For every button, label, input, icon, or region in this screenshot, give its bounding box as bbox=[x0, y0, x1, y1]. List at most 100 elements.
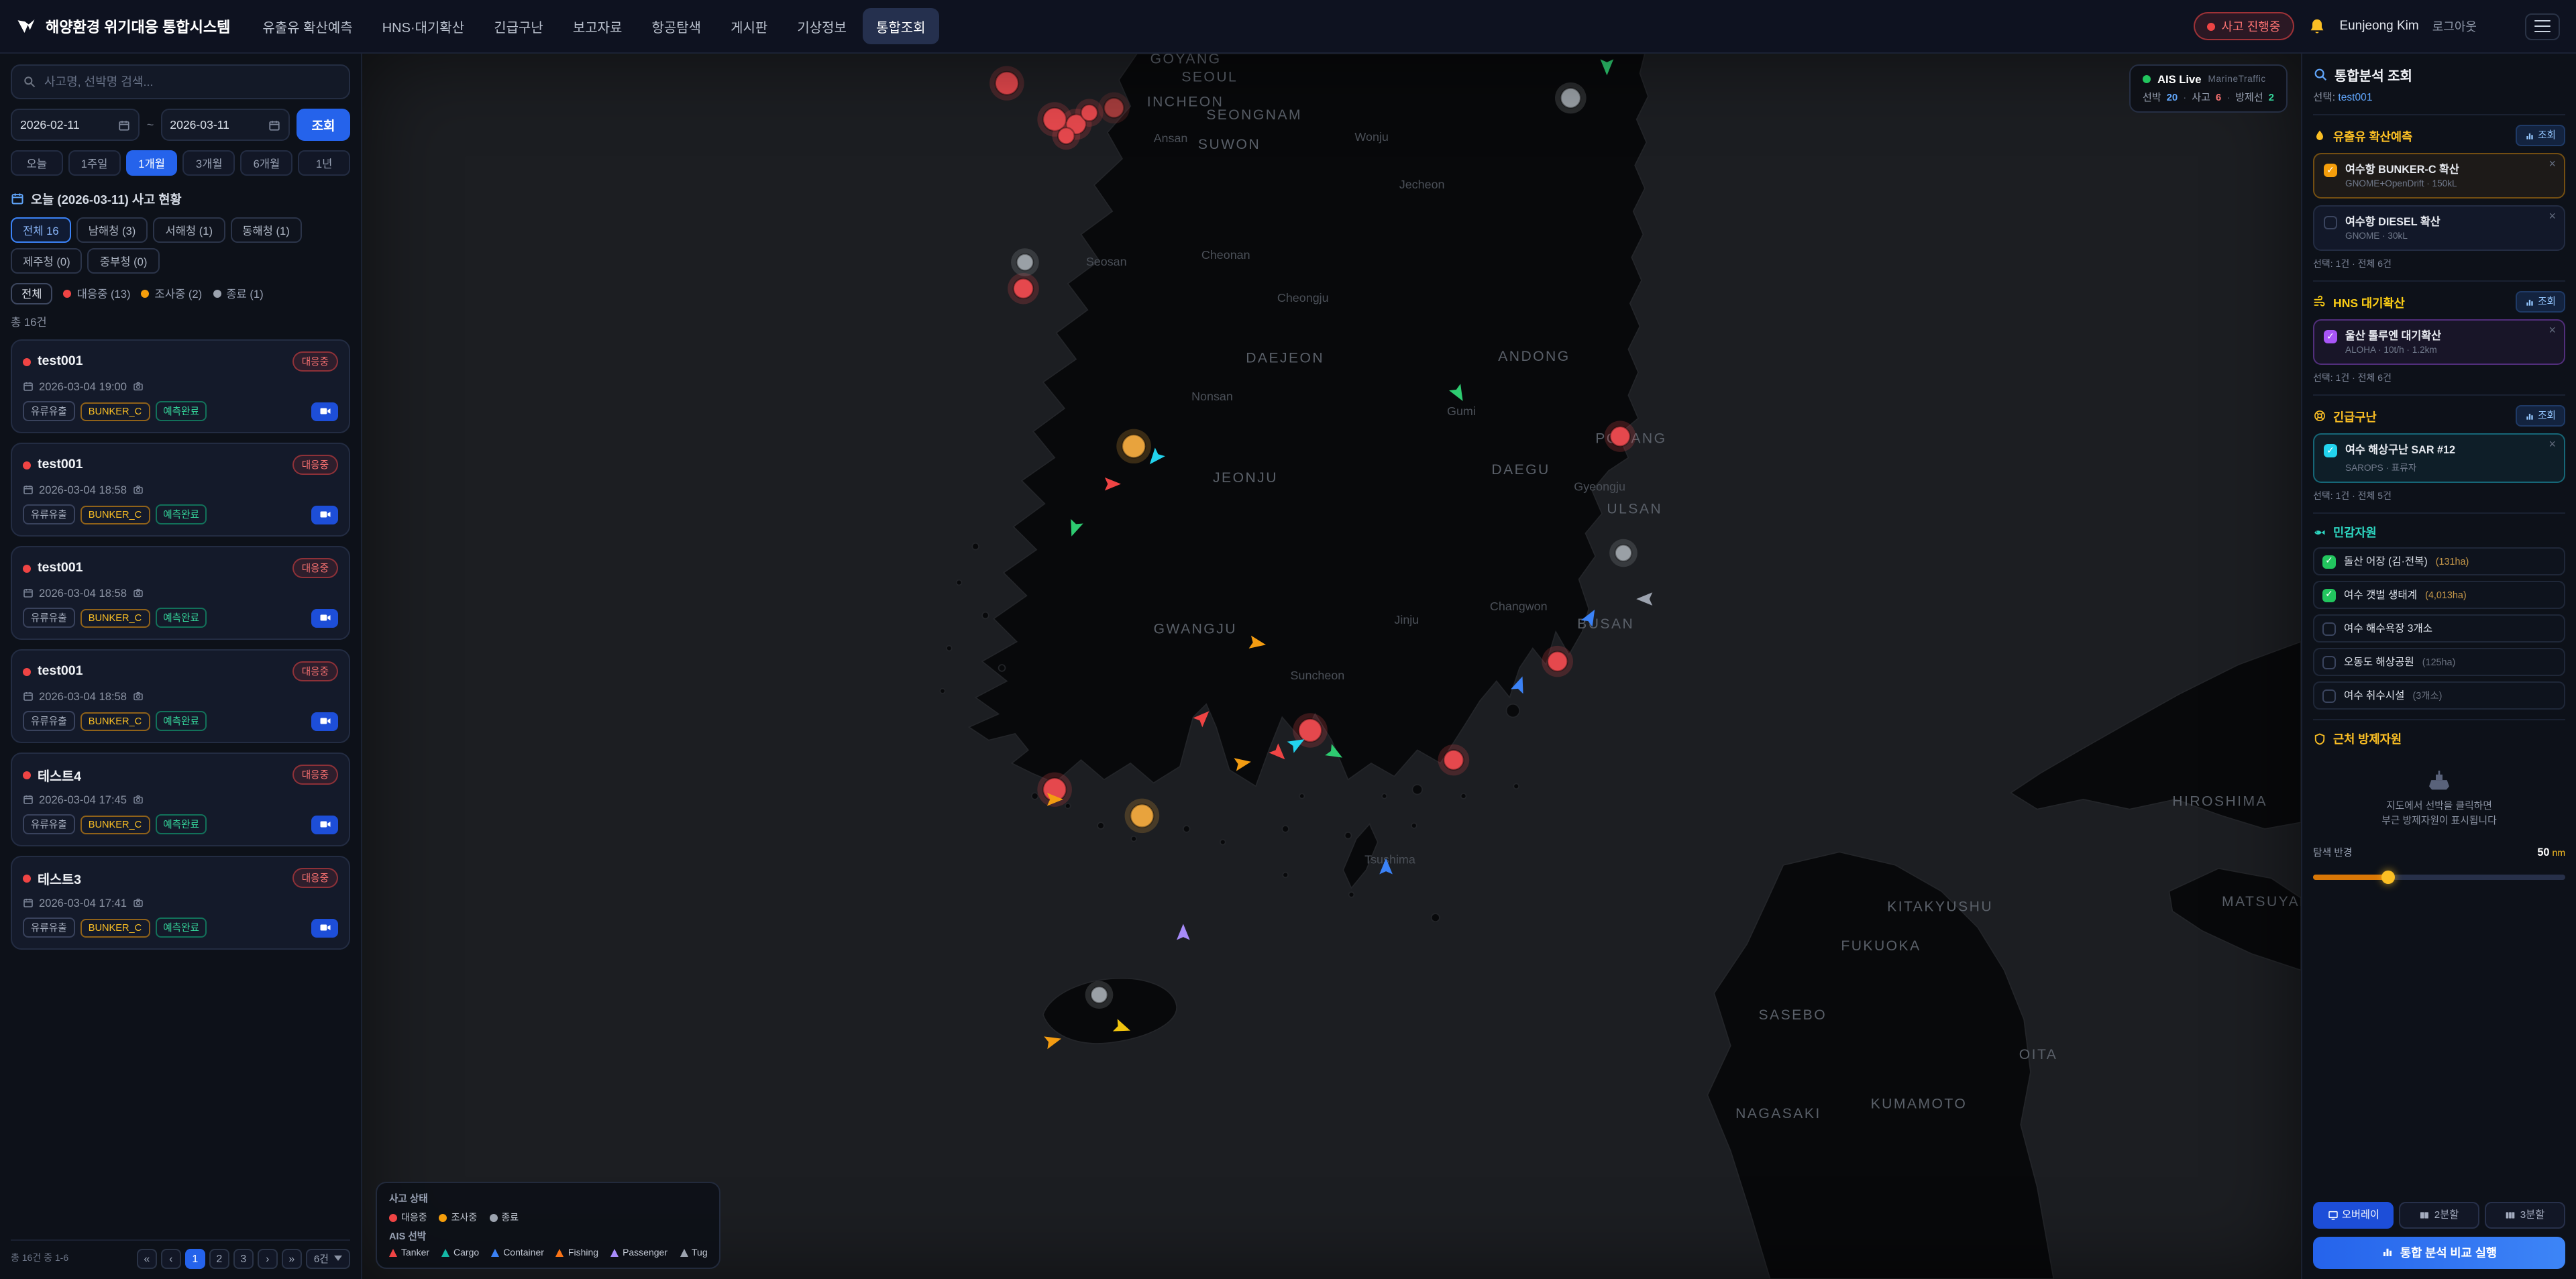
range-button[interactable]: 1개월 bbox=[125, 150, 178, 176]
analysis-item[interactable]: 여수항 DIESEL 확산GNOME · 30kL× bbox=[2313, 205, 2565, 251]
view-mode-button[interactable]: 오버레이 bbox=[2313, 1201, 2394, 1228]
ship-marker-tanker[interactable] bbox=[1269, 743, 1289, 764]
date-to-input[interactable]: 2026-03-11 bbox=[160, 109, 290, 141]
item-close-icon[interactable]: × bbox=[2548, 439, 2556, 451]
status-filter[interactable]: 종료 (1) bbox=[213, 286, 263, 302]
ship-marker-tug[interactable] bbox=[1636, 592, 1652, 606]
incident-card[interactable]: test001대응중2026-03-04 18:58유류유출BUNKER_C예측… bbox=[11, 649, 350, 743]
incident-active-badge[interactable]: 사고 진행중 bbox=[2194, 12, 2294, 40]
page-number-button[interactable]: 1 bbox=[185, 1248, 205, 1268]
resource-row[interactable]: 여수 해수욕장 3개소 bbox=[2313, 614, 2565, 643]
logout-button[interactable]: 로그아웃 bbox=[2432, 17, 2477, 35]
run-analysis-button[interactable]: 통합 분석 비교 실행 bbox=[2313, 1236, 2565, 1268]
incident-marker[interactable] bbox=[1075, 99, 1104, 127]
incident-video-button[interactable] bbox=[311, 918, 338, 937]
status-filter-all[interactable]: 전체 bbox=[11, 283, 53, 304]
first-page-button[interactable]: « bbox=[137, 1248, 157, 1268]
incident-search-input[interactable] bbox=[44, 75, 338, 89]
status-filter[interactable]: 조사중 (2) bbox=[142, 286, 203, 302]
incident-marker[interactable] bbox=[1116, 429, 1151, 463]
nav-item[interactable]: 유출유 확산예측 bbox=[249, 8, 366, 44]
map-canvas[interactable]: GOYANGSEOULINCHEONSEONGNAMSUWONAnsanWonj… bbox=[362, 54, 2301, 1279]
nav-item[interactable]: 긴급구난 bbox=[480, 8, 557, 44]
nav-item[interactable]: 보고자료 bbox=[559, 8, 636, 44]
incident-video-button[interactable] bbox=[311, 505, 338, 524]
incident-card[interactable]: 테스트3대응중2026-03-04 17:41유류유출BUNKER_C예측완료 bbox=[11, 856, 350, 950]
region-chip[interactable]: 남해청 (3) bbox=[76, 217, 148, 243]
resource-row[interactable]: ✓돌산 어장 (김·전복)(131ha) bbox=[2313, 547, 2565, 575]
incident-card[interactable]: test001대응중2026-03-04 19:00유류유출BUNKER_C예측… bbox=[11, 339, 350, 433]
section-query-button[interactable]: 조회 bbox=[2515, 291, 2565, 313]
region-chip[interactable]: 동해청 (1) bbox=[230, 217, 302, 243]
notification-bell-icon[interactable] bbox=[2307, 17, 2326, 36]
ship-marker-passenger[interactable] bbox=[1177, 924, 1190, 940]
nav-item[interactable]: 기상정보 bbox=[784, 8, 860, 44]
range-button[interactable]: 오늘 bbox=[11, 150, 63, 176]
region-chip[interactable]: 제주청 (0) bbox=[11, 248, 83, 274]
range-button[interactable]: 1주일 bbox=[68, 150, 121, 176]
item-checkbox[interactable] bbox=[2324, 216, 2337, 229]
nav-item[interactable]: 통합조회 bbox=[863, 8, 939, 44]
incident-marker[interactable] bbox=[1085, 981, 1114, 1009]
radius-slider[interactable] bbox=[2313, 870, 2565, 886]
section-query-button[interactable]: 조회 bbox=[2515, 125, 2565, 146]
view-mode-button[interactable]: 2분할 bbox=[2399, 1201, 2479, 1228]
resource-checkbox[interactable]: ✓ bbox=[2322, 588, 2336, 602]
resource-checkbox[interactable] bbox=[2322, 655, 2336, 669]
item-close-icon[interactable]: × bbox=[2548, 211, 2556, 223]
page-size-select[interactable]: 6건 bbox=[306, 1248, 350, 1268]
resource-row[interactable]: 오동도 해상공원(125ha) bbox=[2313, 648, 2565, 676]
incident-card[interactable]: test001대응중2026-03-04 18:58유류유출BUNKER_C예측… bbox=[11, 546, 350, 640]
incident-card[interactable]: 테스트4대응중2026-03-04 17:45유류유출BUNKER_C예측완료 bbox=[11, 753, 350, 846]
incident-marker[interactable] bbox=[1609, 539, 1638, 567]
incident-video-button[interactable] bbox=[311, 608, 338, 627]
incident-video-button[interactable] bbox=[311, 815, 338, 834]
range-button[interactable]: 6개월 bbox=[241, 150, 293, 176]
date-from-input[interactable]: 2026-02-11 bbox=[11, 109, 140, 141]
next-page-button[interactable]: › bbox=[258, 1248, 278, 1268]
incident-marker[interactable] bbox=[1098, 93, 1130, 124]
item-checkbox[interactable]: ✓ bbox=[2324, 444, 2337, 457]
item-checkbox[interactable]: ✓ bbox=[2324, 164, 2337, 177]
page-number-button[interactable]: 2 bbox=[209, 1248, 229, 1268]
incident-video-button[interactable] bbox=[311, 712, 338, 730]
analysis-item[interactable]: ✓여수항 BUNKER-C 확산GNOME+OpenDrift · 150kL× bbox=[2313, 153, 2565, 199]
resource-checkbox[interactable] bbox=[2322, 622, 2336, 635]
section-query-button[interactable]: 조회 bbox=[2515, 405, 2565, 427]
nav-item[interactable]: HNS·대기확산 bbox=[369, 8, 478, 44]
incident-marker[interactable] bbox=[1555, 82, 1587, 114]
analysis-item[interactable]: ✓울산 톨루엔 대기확산ALOHA · 10t/h · 1.2km× bbox=[2313, 319, 2565, 365]
item-close-icon[interactable]: × bbox=[2548, 158, 2556, 170]
last-page-button[interactable]: » bbox=[282, 1248, 302, 1268]
incident-video-button[interactable] bbox=[311, 402, 338, 421]
region-chip[interactable]: 서해청 (1) bbox=[153, 217, 225, 243]
incident-marker[interactable] bbox=[989, 66, 1024, 100]
resource-checkbox[interactable]: ✓ bbox=[2322, 555, 2336, 568]
item-close-icon[interactable]: × bbox=[2548, 325, 2556, 337]
resource-row[interactable]: ✓여수 갯벌 생태계(4,013ha) bbox=[2313, 581, 2565, 609]
incident-marker[interactable] bbox=[1605, 421, 1636, 452]
nav-item[interactable]: 항공탐색 bbox=[638, 8, 714, 44]
date-query-button[interactable]: 조회 bbox=[297, 109, 350, 141]
slider-knob[interactable] bbox=[2382, 871, 2396, 885]
view-mode-button[interactable]: 3분할 bbox=[2485, 1201, 2565, 1228]
incident-marker[interactable] bbox=[1052, 122, 1080, 150]
status-filter[interactable]: 대응중 (13) bbox=[64, 286, 131, 302]
region-chip[interactable]: 전체 16 bbox=[11, 217, 71, 243]
resource-checkbox[interactable] bbox=[2322, 689, 2336, 702]
analysis-item[interactable]: ✓여수 해상구난 SAR #12SAROPS · 표류자× bbox=[2313, 433, 2565, 483]
incident-marker[interactable] bbox=[1011, 248, 1039, 276]
item-checkbox[interactable]: ✓ bbox=[2324, 330, 2337, 343]
range-button[interactable]: 3개월 bbox=[183, 150, 235, 176]
prev-page-button[interactable]: ‹ bbox=[161, 1248, 181, 1268]
page-number-button[interactable]: 3 bbox=[233, 1248, 254, 1268]
menu-button[interactable] bbox=[2525, 13, 2560, 40]
range-button[interactable]: 1년 bbox=[298, 150, 350, 176]
incident-marker[interactable] bbox=[1542, 646, 1573, 677]
incident-marker[interactable] bbox=[1438, 744, 1470, 776]
nav-item[interactable]: 게시판 bbox=[717, 8, 781, 44]
incident-marker[interactable] bbox=[1008, 273, 1039, 304]
resource-row[interactable]: 여수 취수시설(3개소) bbox=[2313, 681, 2565, 710]
incident-card[interactable]: test001대응중2026-03-04 18:58유류유출BUNKER_C예측… bbox=[11, 443, 350, 537]
region-chip[interactable]: 중부청 (0) bbox=[88, 248, 160, 274]
